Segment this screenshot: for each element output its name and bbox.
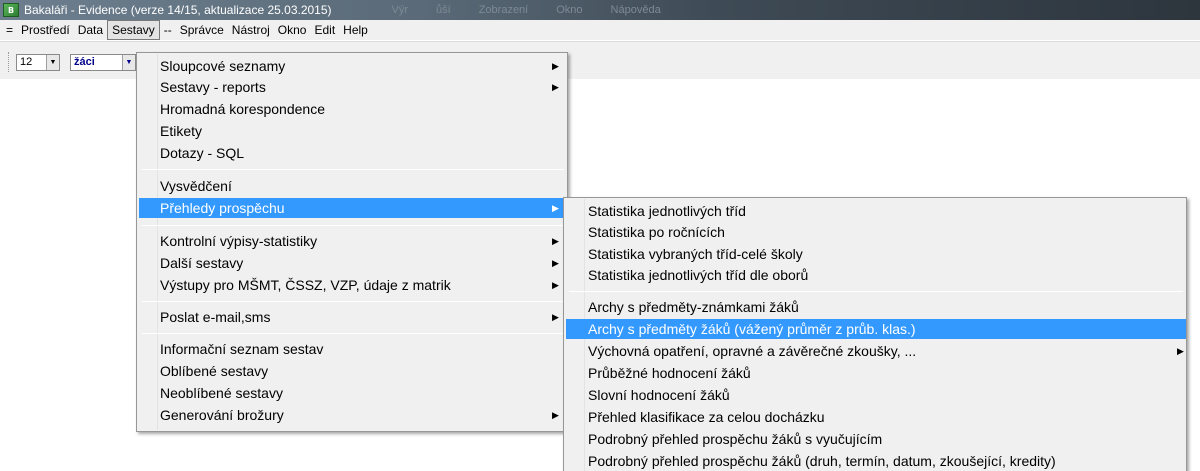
menu-item-label: Oblíbené sestavy [160,363,269,379]
menu-bar: = Prostředí Data Sestavy -- Správce Nást… [0,20,1200,40]
submenu-arrow-icon: ▶ [552,82,559,92]
menu-item-sloupcove-seznamy[interactable]: Sloupcové seznamy ▶ [139,56,565,76]
sestavy-menu: Sloupcové seznamy ▶ Sestavy - reports ▶ … [136,52,568,432]
submenu-arrow-icon: ▶ [552,258,559,268]
menu-help[interactable]: Help [339,21,372,39]
menu-okno[interactable]: Okno [274,21,311,39]
window-title: Bakaláři - Evidence (verze 14/15, aktual… [24,3,332,17]
menu-item-kontrolni-vypisy[interactable]: Kontrolní výpisy-statistiky ▶ [139,231,565,251]
menu-item-neoblibene-sestavy[interactable]: Neoblíbené sestavy [139,383,565,403]
menu-item-label: Podrobný přehled prospěchu žáků s vyučuj… [588,431,883,447]
submenu-item-archy-znamky[interactable]: Archy s předměty-známkami žáků [566,297,1186,317]
system-menu[interactable]: = [2,21,17,39]
titlebar-extra-item: Nápověda [610,4,661,16]
menu-item-label: Další sestavy [160,255,244,271]
dropdown-arrow-icon[interactable]: ▼ [122,55,135,70]
menu-separator [142,301,564,302]
titlebar-extra-item: Okno [556,4,583,16]
submenu-item-vychovna-opatreni[interactable]: Výchovná opatření, opravné a závěrečné z… [566,341,1186,361]
menu-edit[interactable]: Edit [310,21,339,39]
menu-item-hromadna-korespondence[interactable]: Hromadná korespondence [139,99,565,119]
menu-nastroj[interactable]: Nástroj [228,21,274,39]
menu-item-etikety[interactable]: Etikety [139,121,565,141]
menu-separator [142,333,564,334]
menu-item-dotazy-sql[interactable]: Dotazy - SQL [139,143,565,163]
menu-item-generovani-brozury[interactable]: Generování brožury ▶ [139,405,565,425]
menu-item-label: Kontrolní výpisy-statistiky [160,233,318,249]
submenu-arrow-icon: ▶ [552,61,559,71]
titlebar-extra-item: Zobrazení [478,4,529,16]
menu-item-label: Sloupcové seznamy [160,58,286,74]
menu-item-label: Etikety [160,123,203,139]
submenu-item-archy-vazeny-prumer[interactable]: Archy s předměty žáků (vážený průměr z p… [566,319,1186,339]
menu-separator: -- [163,23,172,37]
submenu-item-statistika-rocniky[interactable]: Statistika po ročnících [566,222,1186,242]
submenu-arrow-icon: ▶ [552,203,559,213]
toolbar-grip[interactable] [8,52,11,72]
submenu-arrow-icon: ▶ [1177,346,1184,356]
menu-separator [142,225,564,226]
submenu-arrow-icon: ▶ [552,410,559,420]
font-size-value: 12 [20,56,33,68]
menu-item-label: Podrobný přehled prospěchu žáků (druh, t… [588,453,1056,469]
submenu-item-podrobny-vyucujici[interactable]: Podrobný přehled prospěchu žáků s vyučuj… [566,429,1186,449]
submenu-item-statistika-obory[interactable]: Statistika jednotlivých tříd dle oborů [566,265,1186,285]
menu-item-label: Přehled klasifikace za celou docházku [588,409,825,425]
submenu-item-statistika-vybranych[interactable]: Statistika vybraných tříd-celé školy [566,244,1186,264]
menu-item-label: Informační seznam sestav [160,341,324,357]
prehledy-prospechu-submenu: Statistika jednotlivých tříd Statistika … [563,197,1187,471]
menu-item-label: Statistika jednotlivých tříd [588,203,746,219]
menu-item-label: Poslat e-mail,sms [160,309,271,325]
menu-separator [569,291,1183,292]
menu-item-label: Vysvědčení [160,178,232,194]
menu-item-label: Statistika vybraných tříd-celé školy [588,246,803,262]
menu-item-label: Slovní hodnocení žáků [588,387,730,403]
menu-item-label: Dotazy - SQL [160,145,245,161]
menu-separator [142,169,564,170]
menu-item-label: Výchovná opatření, opravné a závěrečné z… [588,343,917,359]
submenu-arrow-icon: ▶ [552,280,559,290]
submenu-item-statistika-trid[interactable]: Statistika jednotlivých tříd [566,201,1186,221]
menu-spravce[interactable]: Správce [176,21,228,39]
menu-item-label: Archy s předměty žáků (vážený průměr z p… [588,321,916,337]
submenu-item-prehled-klasifikace[interactable]: Přehled klasifikace za celou docházku [566,407,1186,427]
menu-item-sestavy-reports[interactable]: Sestavy - reports ▶ [139,77,565,97]
menu-sestavy[interactable]: Sestavy [107,20,160,40]
menu-item-vystupy[interactable]: Výstupy pro MŠMT, ČSSZ, VZP, údaje z mat… [139,275,565,295]
menu-item-label: Statistika po ročnících [588,224,725,240]
menu-data[interactable]: Data [74,21,107,39]
menu-item-label: Archy s předměty-známkami žáků [588,299,799,315]
menu-item-oblibene-sestavy[interactable]: Oblíbené sestavy [139,361,565,381]
submenu-arrow-icon: ▶ [552,312,559,322]
menu-item-label: Přehledy prospěchu [160,200,285,216]
menu-item-poslat-email[interactable]: Poslat e-mail,sms ▶ [139,307,565,327]
menu-item-informacni-seznam[interactable]: Informační seznam sestav [139,339,565,359]
menu-item-prehledy-prospechu[interactable]: Přehledy prospěchu ▶ [139,198,565,218]
title-bar: B Bakaláři - Evidence (verze 14/15, aktu… [0,0,1200,20]
app-icon: B [3,3,19,17]
dropdown-arrow-icon[interactable]: ▼ [46,55,59,70]
menu-item-dalsi-sestavy[interactable]: Další sestavy ▶ [139,253,565,273]
submenu-arrow-icon: ▶ [552,236,559,246]
titlebar-extra-item: Výr [391,4,409,16]
font-size-select[interactable]: 12 ▼ [16,54,60,71]
group-value: žáci [74,56,95,68]
menu-prostredi[interactable]: Prostředí [17,21,74,39]
submenu-item-podrobny-kredity[interactable]: Podrobný přehled prospěchu žáků (druh, t… [566,451,1186,471]
menu-item-label: Průběžné hodnocení žáků [588,365,751,381]
titlebar-extra: Výr ůší Zobrazení Okno Nápověda [392,4,661,16]
menu-item-label: Generování brožury [160,407,284,423]
menu-item-label: Neoblíbené sestavy [160,385,283,401]
titlebar-extra-item: ůší [436,4,451,16]
menu-item-label: Sestavy - reports [160,79,266,95]
menu-item-label: Statistika jednotlivých tříd dle oborů [588,267,809,283]
menu-item-vysvedceni[interactable]: Vysvědčení [139,176,565,196]
menu-item-label: Hromadná korespondence [160,101,325,117]
submenu-item-prubezne-hodnoceni[interactable]: Průběžné hodnocení žáků [566,363,1186,383]
submenu-item-slovni-hodnoceni[interactable]: Slovní hodnocení žáků [566,385,1186,405]
group-select[interactable]: žáci ▼ [70,54,136,71]
menu-item-label: Výstupy pro MŠMT, ČSSZ, VZP, údaje z mat… [160,277,451,293]
